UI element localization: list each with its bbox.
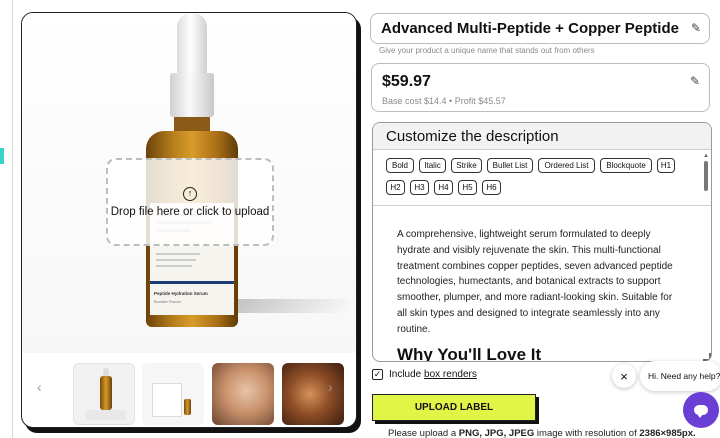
label-text-line [156,253,200,255]
toolbar-ordered-list-button[interactable]: Ordered List [538,158,595,173]
toolbar-h1-button[interactable]: H1 [657,158,675,173]
toolbar-strike-button[interactable]: Strike [451,158,482,173]
chat-launcher-button[interactable] [683,392,719,428]
sidebar-accent-marker [0,148,4,164]
description-header: Customize the description [373,123,711,150]
product-preview-card: Peptide Hydration Serum Booster Flacon ↑… [21,12,357,428]
box-renders-link[interactable]: box renders [424,369,477,380]
include-label-text: Include [389,369,425,380]
product-name-field[interactable]: Advanced Multi-Peptide + Copper Peptide … [370,13,710,44]
thumbnail-bottle-front[interactable] [73,363,135,425]
label-text-line [156,265,192,267]
toolbar-h6-button[interactable]: H6 [482,180,501,195]
product-name-help: Give your product a unique name that sta… [379,46,595,55]
chat-close-button[interactable]: × [612,364,636,388]
thumbnail-model-face[interactable] [212,363,274,425]
upload-icon: ↑ [183,186,197,201]
chevron-left-icon[interactable]: ‹ [37,379,42,395]
toolbar-h2-button[interactable]: H2 [386,180,405,195]
toolbar-bullet-list-button[interactable]: Bullet List [487,158,533,173]
edit-name-pencil-icon[interactable]: ✎ [691,21,701,35]
description-scrollbar[interactable]: ▲ [703,153,709,359]
upload-label-button[interactable]: UPLOAD LABEL [372,394,536,421]
mini-box [152,383,182,417]
toolbar-italic-button[interactable]: Italic [419,158,446,173]
description-editor: Customize the description Bold Italic St… [372,122,712,362]
label-product-subtitle: Booster Flacon [154,299,181,304]
toolbar-h5-button[interactable]: H5 [458,180,477,195]
product-image-stage: Peptide Hydration Serum Booster Flacon ↑… [22,13,356,353]
image-dropzone[interactable]: ↑ Drop file here or click to upload [106,158,274,246]
dropper-bulb [177,13,207,75]
include-box-renders-checkbox[interactable]: ✓ [372,369,383,380]
left-sidebar-edge [0,0,13,438]
scroll-up-arrow-icon[interactable]: ▲ [703,153,709,159]
price-field[interactable]: $59.97 Base cost $14.4 • Profit $45.57 ✎ [371,63,710,112]
edit-price-pencil-icon[interactable]: ✎ [690,74,700,88]
label-text-line [156,259,196,261]
price-meta: Base cost $14.4 • Profit $45.57 [382,96,506,106]
toolbar-h3-button[interactable]: H3 [410,180,429,195]
scroll-thumb[interactable] [704,161,708,191]
thumbnail-bottle-with-box[interactable] [142,363,204,425]
product-editor-page: Peptide Hydration Serum Booster Flacon ↑… [0,0,720,438]
price-value: $59.97 [382,73,431,90]
toolbar-h4-button[interactable]: H4 [434,180,453,195]
include-box-renders-option: ✓ Include box renders [372,369,477,380]
resize-handle-icon[interactable] [703,353,711,361]
description-body-text[interactable]: A comprehensive, lightweight serum formu… [397,227,679,338]
toolbar-blockquote-button[interactable]: Blockquote [600,158,652,173]
toolbar-bold-button[interactable]: Bold [386,158,414,173]
chat-greeting-bubble[interactable]: Hi. Need any help? [640,361,720,391]
description-title: Customize the description [386,128,559,145]
upload-help-prefix: Please upload a [388,428,459,438]
upload-help-resolution: 2386×985px. [639,428,696,438]
thumbnail-carousel: ‹ › [22,351,356,427]
mini-bottle [100,376,112,410]
label-blue-stripe [150,281,234,284]
description-section-heading: Why You'll Love It [397,345,542,362]
thumbnail-hand-texture[interactable] [282,363,344,425]
upload-help-mid: image with resolution of [534,428,640,438]
chat-bubble-icon [694,405,708,418]
mini-pedestal [86,410,126,420]
dropzone-text: Drop file here or click to upload [110,205,270,218]
toolbar-divider [373,205,711,206]
include-label: Include box renders [389,369,477,380]
label-product-title: Peptide Hydration Serum [154,291,208,296]
upload-help-text: Please upload a PNG, JPG, JPEG image wit… [388,428,696,438]
chevron-right-icon[interactable]: › [328,379,333,395]
upload-help-formats: PNG, JPG, JPEG [458,428,535,438]
mini-bottle [184,399,191,415]
dropper-collar [170,73,214,117]
product-name-value: Advanced Multi-Peptide + Copper Peptide … [381,20,683,37]
